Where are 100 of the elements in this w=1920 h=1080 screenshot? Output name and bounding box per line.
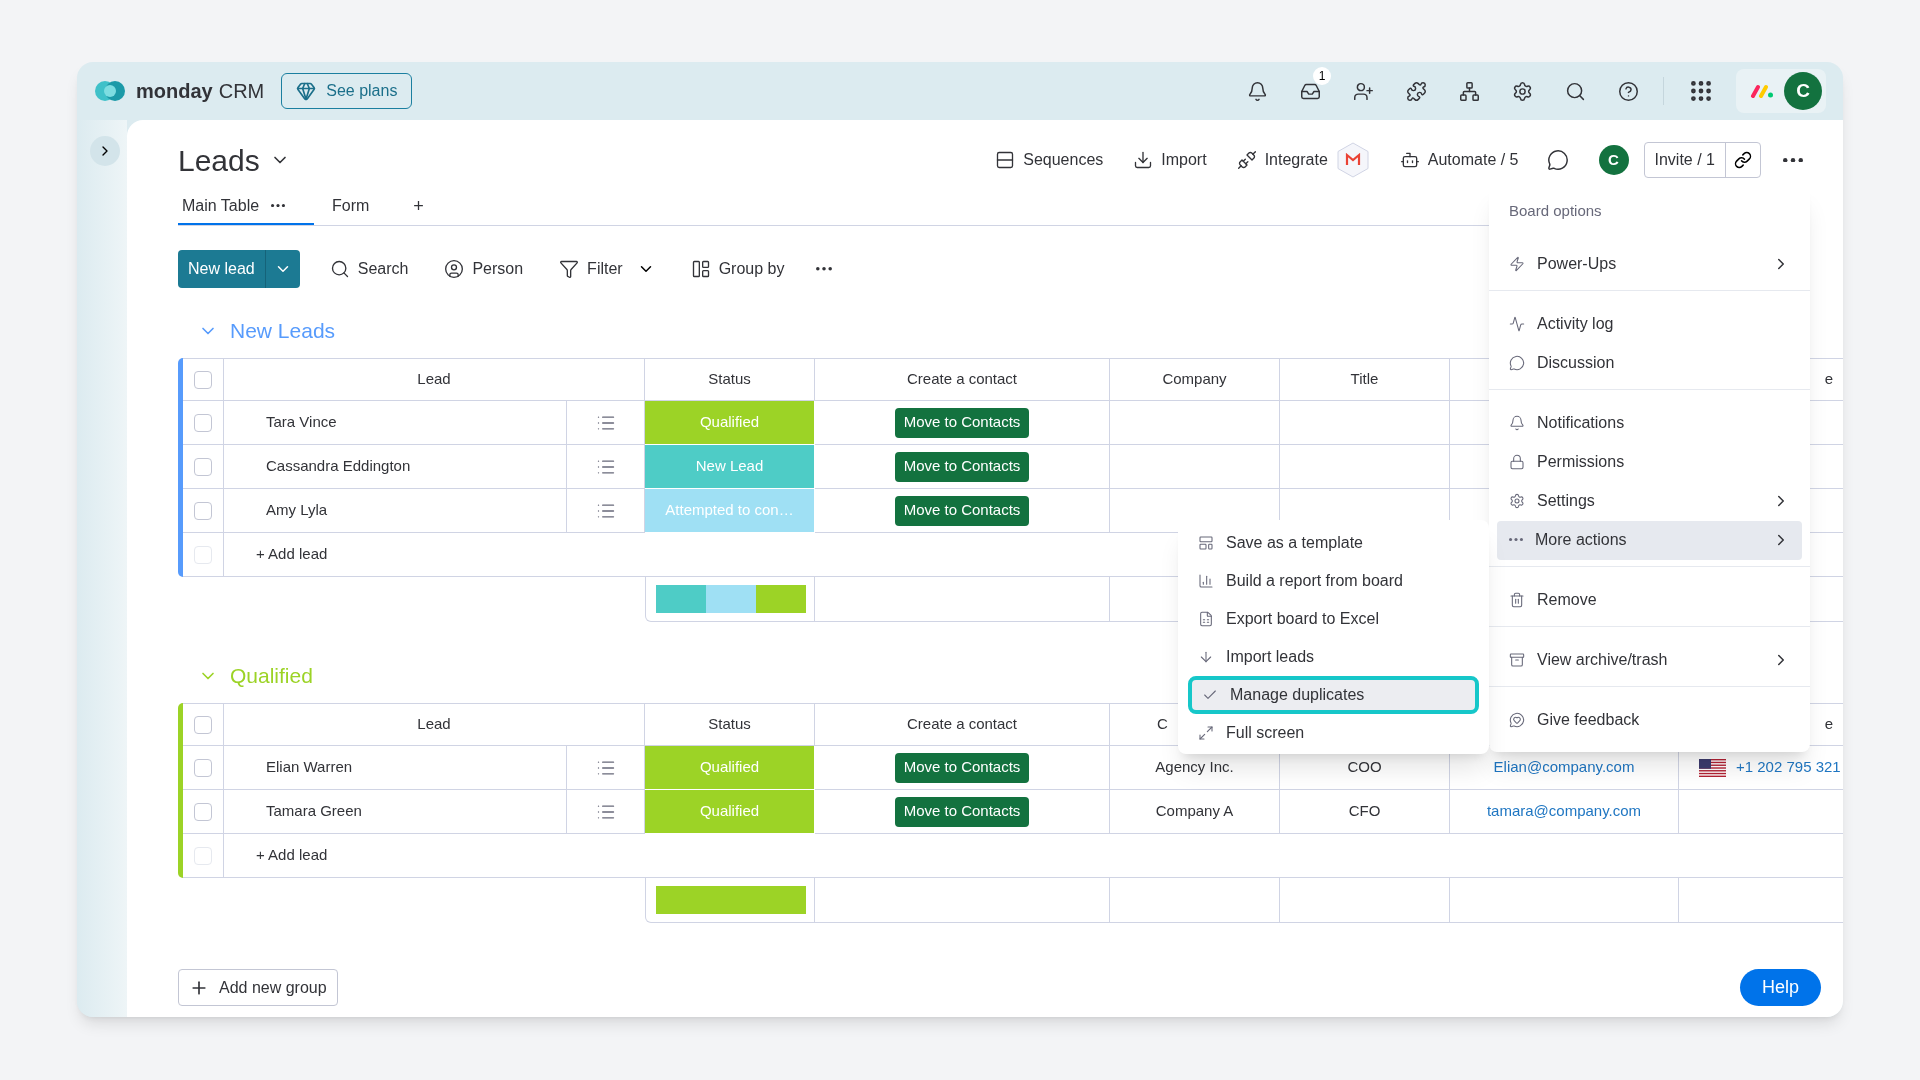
expand-sidebar-button[interactable]	[90, 136, 120, 166]
apps-grid-icon[interactable]	[1688, 78, 1714, 104]
menu-item[interactable]: Give feedback	[1497, 700, 1802, 740]
gmail-badge-icon	[1335, 142, 1370, 178]
column-header: Create a contact	[815, 704, 1110, 746]
brand-name: monday	[136, 79, 213, 104]
add-view-button[interactable]: +	[413, 188, 424, 225]
email-link[interactable]: tamara@company.com	[1486, 800, 1642, 823]
person-icon	[444, 259, 465, 279]
notification-badge: 1	[1313, 66, 1331, 85]
help-button[interactable]: Help	[1739, 969, 1821, 1006]
toolbar-button[interactable]: Integrate	[1236, 148, 1328, 172]
menu-heading: Board options	[1508, 201, 1603, 221]
table-cell: Tara Vince	[224, 401, 567, 445]
column-header: Lead	[224, 704, 645, 746]
chat-icon[interactable]	[1546, 149, 1569, 171]
add-lead-button[interactable]: + Add lead	[256, 844, 328, 867]
add-group-button[interactable]: Add new group	[178, 969, 338, 1006]
monday-logo-icon	[1750, 84, 1774, 98]
menu-item[interactable]: More actions	[1497, 520, 1802, 560]
lock-icon	[1509, 454, 1525, 470]
move-to-contacts-button[interactable]: Move to Contacts	[894, 495, 1030, 526]
search-icon	[329, 259, 350, 279]
bolt-icon	[1509, 256, 1525, 272]
archive-icon	[1509, 652, 1525, 668]
column-header: Company	[1110, 359, 1280, 401]
settings-icon	[1509, 493, 1525, 509]
rows-icon	[995, 150, 1016, 170]
user-avatar[interactable]: C	[1784, 72, 1822, 110]
toolbar-button[interactable]: Sequences	[995, 148, 1104, 172]
menu-item[interactable]: Settings	[1497, 481, 1802, 521]
toolbar-button[interactable]: Search	[329, 257, 409, 281]
menu-item[interactable]: Permissions	[1497, 442, 1802, 482]
menu-item[interactable]: View archive/trash	[1497, 640, 1802, 680]
search-icon[interactable]	[1565, 80, 1586, 102]
move-to-contacts-button[interactable]: Move to Contacts	[894, 451, 1030, 482]
more-icon[interactable]	[816, 267, 833, 271]
bell-icon	[1509, 415, 1525, 431]
checkbox[interactable]	[194, 457, 212, 476]
checkbox[interactable]	[194, 715, 212, 734]
more-icon	[1509, 538, 1523, 542]
checkbox[interactable]	[194, 802, 212, 821]
download-icon	[1133, 150, 1154, 170]
menu-item[interactable]: Save as a template	[1188, 524, 1479, 562]
move-to-contacts-button[interactable]: Move to Contacts	[894, 752, 1030, 783]
more-icon[interactable]	[1783, 157, 1803, 163]
bell-icon[interactable]	[1247, 80, 1268, 102]
toolbar-button[interactable]: Group by	[690, 257, 785, 281]
add-person-icon[interactable]	[1353, 80, 1374, 102]
toolbar-button[interactable]: Import	[1133, 148, 1207, 172]
checkbox[interactable]	[194, 501, 212, 520]
diamond-icon	[296, 81, 317, 101]
plug-icon	[1236, 150, 1257, 170]
menu-item[interactable]: Remove	[1497, 580, 1802, 620]
layout-icon	[690, 259, 711, 279]
column-header: Create a contact	[815, 359, 1110, 401]
toolbar-button[interactable]: Person	[444, 257, 524, 281]
table-cell: Cassandra Eddington	[224, 445, 567, 489]
robot-icon	[1399, 150, 1420, 170]
link-icon	[1734, 151, 1752, 169]
filter-icon	[559, 259, 580, 279]
checkbox[interactable]	[194, 413, 212, 432]
menu-item[interactable]: Power-Ups	[1497, 244, 1802, 284]
activity-icon	[1509, 316, 1525, 332]
checkbox[interactable]	[194, 758, 212, 777]
column-header: Title	[1280, 359, 1450, 401]
menu-item[interactable]: Manage duplicates	[1188, 676, 1479, 714]
table-cell: Elian Warren	[224, 746, 567, 790]
help-icon[interactable]	[1618, 80, 1639, 102]
see-plans-button[interactable]: See plans	[281, 73, 413, 109]
puzzle-icon[interactable]	[1406, 80, 1427, 102]
settings-icon[interactable]	[1512, 80, 1533, 102]
move-to-contacts-button[interactable]: Move to Contacts	[894, 407, 1030, 438]
view-tab[interactable]: Main Table	[178, 188, 314, 225]
table-cell: Company A	[1110, 790, 1280, 834]
email-link[interactable]: Elian@company.com	[1493, 756, 1635, 779]
template-icon	[1198, 535, 1214, 551]
chat-icon	[1509, 355, 1525, 371]
table-cell: CFO	[1280, 790, 1450, 834]
add-lead-button[interactable]: + Add lead	[256, 543, 328, 566]
move-to-contacts-button[interactable]: Move to Contacts	[894, 796, 1030, 827]
menu-item[interactable]: Import leads	[1188, 638, 1479, 676]
menu-item[interactable]: Notifications	[1497, 403, 1802, 443]
toolbar-button[interactable]: Automate / 5	[1399, 148, 1519, 172]
network-icon[interactable]	[1459, 80, 1480, 102]
checkbox[interactable]	[194, 370, 212, 389]
table-cell: Tamara Green	[224, 790, 567, 834]
logo-icon	[94, 80, 126, 102]
flag-icon	[1699, 758, 1726, 777]
menu-item[interactable]: Activity log	[1497, 304, 1802, 344]
menu-item[interactable]: Export board to Excel	[1188, 600, 1479, 638]
view-tab[interactable]: Form	[328, 188, 374, 225]
spreadsheet-icon	[1198, 611, 1214, 627]
trash-icon	[1509, 592, 1525, 608]
toolbar-button[interactable]: Filter	[559, 257, 623, 281]
user-avatar[interactable]: C	[1598, 145, 1629, 175]
menu-item[interactable]: Build a report from board	[1188, 562, 1479, 600]
phone-link[interactable]: +1 202 795 321	[1736, 756, 1841, 779]
menu-item[interactable]: Discussion	[1497, 343, 1802, 383]
more-icon[interactable]	[271, 203, 286, 208]
